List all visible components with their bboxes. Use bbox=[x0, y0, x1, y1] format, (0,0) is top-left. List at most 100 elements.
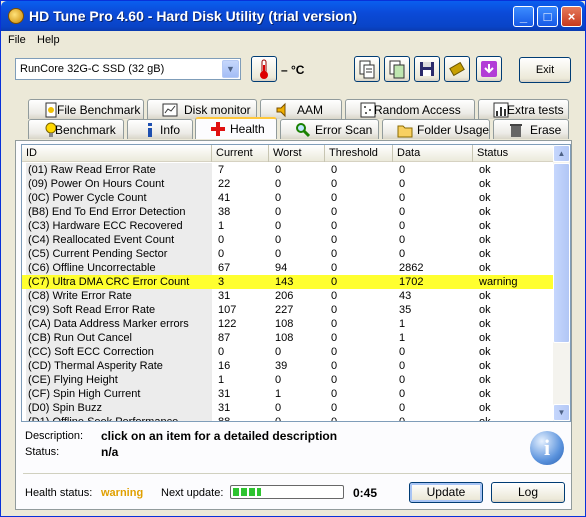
title-bar[interactable]: HD Tune Pro 4.60 - Hard Disk Utility (tr… bbox=[1, 1, 585, 31]
cell-data: 0 bbox=[399, 374, 406, 386]
tab-disk-monitor[interactable]: Disk monitor bbox=[147, 99, 257, 119]
tab-error-scan[interactable]: Error Scan bbox=[280, 119, 379, 139]
tab-random-access[interactable]: Random Access bbox=[345, 99, 475, 119]
column-header-id[interactable]: ID bbox=[22, 145, 212, 162]
table-row[interactable]: (C8) Write Error Rate 31 206 0 43 ok bbox=[22, 289, 554, 303]
cell-threshold: 0 bbox=[331, 248, 338, 260]
tab-extra-tests[interactable]: Extra tests bbox=[478, 99, 569, 119]
download-arrow-icon[interactable] bbox=[476, 56, 502, 82]
table-row[interactable]: (09) Power On Hours Count 22 0 0 0 ok bbox=[22, 177, 554, 191]
table-row[interactable]: (D1) Offline Seek Performance 88 0 0 0 ok bbox=[22, 415, 554, 421]
cell-data: 0 bbox=[399, 402, 406, 414]
table-row[interactable]: (B8) End To End Error Detection 38 0 0 0 ok bbox=[22, 205, 554, 219]
scroll-up-icon[interactable]: ▲ bbox=[553, 145, 570, 162]
table-row[interactable]: (CD) Thermal Asperity Rate 16 39 0 0 ok bbox=[22, 359, 554, 373]
maximize-button[interactable]: □ bbox=[537, 6, 558, 27]
cell-id: (CB) Run Out Cancel bbox=[26, 331, 212, 345]
save-floppy-icon[interactable] bbox=[414, 56, 440, 82]
copy-screenshot-icon[interactable] bbox=[384, 56, 410, 82]
cell-status: ok bbox=[479, 290, 491, 302]
description-value: click on an item for a detailed descript… bbox=[101, 429, 338, 443]
table-row[interactable]: (C5) Current Pending Sector 0 0 0 0 ok bbox=[22, 247, 554, 261]
cell-threshold: 0 bbox=[331, 220, 338, 232]
cell-current: 41 bbox=[218, 192, 231, 204]
menu-file[interactable]: File bbox=[8, 34, 26, 46]
status-label: Status: bbox=[25, 446, 60, 458]
table-row[interactable]: (CA) Data Address Marker errors 122 108 0 1 o… bbox=[22, 317, 554, 331]
table-row[interactable]: (0C) Power Cycle Count 41 0 0 0 ok bbox=[22, 191, 554, 205]
log-button[interactable]: Log bbox=[491, 482, 565, 503]
cell-threshold: 0 bbox=[331, 290, 338, 302]
cell-status: ok bbox=[479, 304, 491, 316]
menu-help[interactable]: Help bbox=[37, 34, 60, 46]
exit-button[interactable]: Exit bbox=[519, 57, 571, 83]
cell-worst: 206 bbox=[275, 290, 294, 302]
cell-current: 31 bbox=[218, 290, 231, 302]
column-header-status[interactable]: Status bbox=[473, 145, 554, 162]
cell-threshold: 0 bbox=[331, 402, 338, 414]
disk-monitor-icon bbox=[162, 102, 178, 118]
next-update-label: Next update: bbox=[161, 487, 224, 499]
scroll-down-icon[interactable]: ▼ bbox=[553, 404, 570, 421]
table-row[interactable]: (01) Raw Read Error Rate 7 0 0 0 ok bbox=[22, 163, 554, 177]
table-row[interactable]: (CF) Spin High Current 31 1 0 0 ok bbox=[22, 387, 554, 401]
tab-folder-usage[interactable]: Folder Usage bbox=[382, 119, 490, 139]
cell-current: 87 bbox=[218, 332, 231, 344]
column-header-data[interactable]: Data bbox=[393, 145, 473, 162]
options-chip-icon[interactable] bbox=[444, 56, 470, 82]
vertical-scrollbar[interactable]: ▲ ▼ bbox=[553, 145, 570, 421]
minimize-button[interactable]: _ bbox=[513, 6, 534, 27]
cell-data: 0 bbox=[399, 234, 406, 246]
cell-worst: 227 bbox=[275, 304, 294, 316]
cell-threshold: 0 bbox=[331, 332, 338, 344]
tab-info[interactable]: Info bbox=[127, 119, 193, 139]
cell-data: 2862 bbox=[399, 262, 424, 274]
cell-current: 7 bbox=[218, 164, 225, 176]
table-row[interactable]: (CC) Soft ECC Correction 0 0 0 0 ok bbox=[22, 345, 554, 359]
trash-icon bbox=[508, 122, 524, 138]
tab-erase[interactable]: Erase bbox=[493, 119, 569, 139]
cell-id: (09) Power On Hours Count bbox=[26, 177, 212, 191]
temperature-readout: – °C bbox=[281, 63, 305, 77]
info-icon bbox=[142, 122, 158, 138]
copy-text-icon[interactable] bbox=[354, 56, 380, 82]
tab-benchmark[interactable]: Benchmark bbox=[28, 119, 124, 139]
cell-threshold: 0 bbox=[331, 360, 338, 372]
scroll-thumb[interactable] bbox=[553, 163, 570, 343]
column-header-current[interactable]: Current bbox=[212, 145, 269, 162]
cell-threshold: 0 bbox=[331, 374, 338, 386]
cell-id: (D0) Spin Buzz bbox=[26, 401, 212, 415]
cell-id: (B8) End To End Error Detection bbox=[26, 205, 212, 219]
close-button[interactable]: × bbox=[561, 6, 582, 27]
table-row[interactable]: (D0) Spin Buzz 31 0 0 0 ok bbox=[22, 401, 554, 415]
menu-bar: File Help bbox=[1, 31, 585, 51]
table-row[interactable]: (C3) Hardware ECC Recovered 1 0 0 0 ok bbox=[22, 219, 554, 233]
tab-health[interactable]: Health bbox=[195, 117, 277, 139]
cell-worst: 0 bbox=[275, 248, 282, 260]
cell-current: 67 bbox=[218, 262, 231, 274]
cell-id: (0C) Power Cycle Count bbox=[26, 191, 212, 205]
cell-current: 1 bbox=[218, 220, 225, 232]
column-header-worst[interactable]: Worst bbox=[269, 145, 325, 162]
drive-select-value: RunCore 32G-C SSD (32 gB) bbox=[20, 63, 165, 75]
table-row[interactable]: (CE) Flying Height 1 0 0 0 ok bbox=[22, 373, 554, 387]
cell-worst: 0 bbox=[275, 192, 282, 204]
smart-attributes-table[interactable]: ID Current Worst Threshold Data Status (… bbox=[21, 144, 571, 422]
drive-select[interactable]: RunCore 32G-C SSD (32 gB) ▼ bbox=[15, 58, 241, 80]
tab-aam[interactable]: AAM bbox=[260, 99, 342, 119]
chevron-down-icon[interactable]: ▼ bbox=[222, 60, 239, 78]
thermometer-icon[interactable] bbox=[251, 56, 277, 82]
info-help-icon[interactable]: i bbox=[530, 431, 564, 465]
column-header-threshold[interactable]: Threshold bbox=[325, 145, 393, 162]
table-row[interactable]: (C4) Reallocated Event Count 0 0 0 0 ok bbox=[22, 233, 554, 247]
folder-icon bbox=[397, 122, 413, 138]
table-row[interactable]: (C7) Ultra DMA CRC Error Count 3 143 0 1702 w… bbox=[22, 275, 554, 289]
table-row[interactable]: (CB) Run Out Cancel 87 108 0 1 ok bbox=[22, 331, 554, 345]
cell-id: (CE) Flying Height bbox=[26, 373, 212, 387]
update-button[interactable]: Update bbox=[409, 482, 483, 503]
tab-file-benchmark[interactable]: File Benchmark bbox=[28, 99, 144, 119]
table-row[interactable]: (C9) Soft Read Error Rate 107 227 0 35 ok bbox=[22, 303, 554, 317]
table-row[interactable]: (C6) Offline Uncorrectable 67 94 0 2862 ok bbox=[22, 261, 554, 275]
cell-worst: 0 bbox=[275, 220, 282, 232]
status-value: n/a bbox=[101, 445, 119, 459]
